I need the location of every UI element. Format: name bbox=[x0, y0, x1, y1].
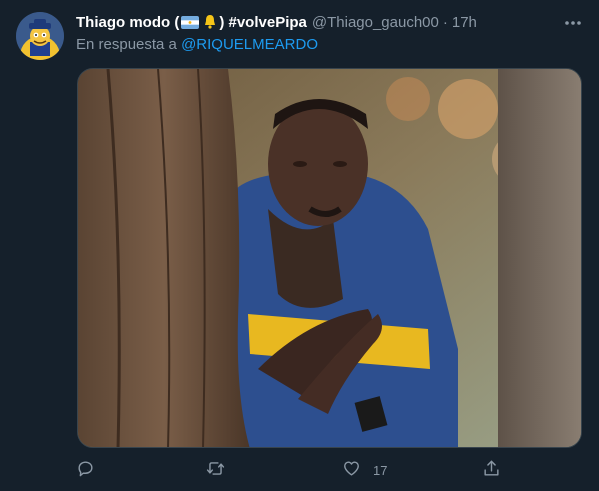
reply-bubble-icon bbox=[76, 459, 95, 481]
heart-icon bbox=[342, 459, 361, 481]
timestamp[interactable]: 17h bbox=[452, 14, 477, 31]
display-name[interactable]: Thiago modo () #volvePipa bbox=[76, 14, 307, 31]
retweet-button[interactable] bbox=[206, 456, 225, 484]
more-dots-icon bbox=[564, 13, 582, 31]
like-count: 17 bbox=[373, 462, 388, 478]
more-options-button[interactable] bbox=[562, 12, 584, 32]
tweet-header: Thiago modo () #volvePipa @Thiago_gauch0… bbox=[76, 12, 559, 32]
user-handle[interactable]: @Thiago_gauch00 bbox=[312, 14, 439, 31]
avatar[interactable] bbox=[16, 12, 64, 60]
like-button[interactable]: 17 bbox=[342, 456, 387, 484]
bell-icon bbox=[203, 14, 217, 29]
share-button[interactable] bbox=[482, 456, 501, 484]
reply-button[interactable] bbox=[76, 456, 95, 484]
tweet[interactable]: Thiago modo () #volvePipa @Thiago_gauch0… bbox=[0, 0, 599, 491]
tweet-actions: 17 bbox=[76, 456, 506, 484]
share-icon bbox=[482, 459, 501, 481]
separator-dot: · bbox=[442, 13, 448, 31]
reply-to-mention[interactable]: @RIQUELMEARDO bbox=[181, 36, 318, 53]
reply-context: En respuesta a @RIQUELMEARDO bbox=[76, 36, 318, 53]
argentina-flag-icon bbox=[181, 15, 200, 29]
tweet-image[interactable] bbox=[77, 68, 582, 448]
retweet-icon bbox=[206, 459, 225, 481]
